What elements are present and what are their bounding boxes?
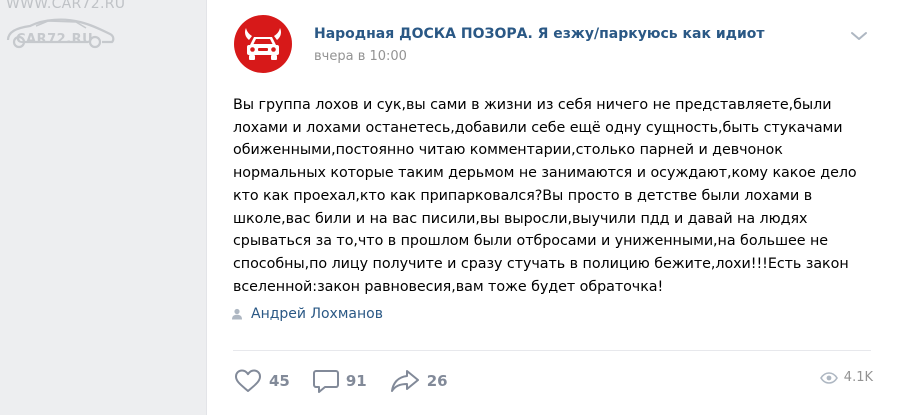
group-name-link[interactable]: Народная ДОСКА ПОЗОРА. Я езжу/паркуюсь к…	[314, 26, 765, 42]
share-count: 26	[426, 372, 448, 390]
like-button[interactable]: 45	[233, 368, 290, 394]
post-menu-button[interactable]	[849, 28, 869, 44]
views-counter: 4.1K	[819, 370, 873, 385]
share-button[interactable]: 26	[389, 368, 448, 394]
watermark: WWW.CAR72.RU CAR72.RU	[2, 0, 162, 56]
divider	[233, 350, 871, 351]
post-text: Вы группа лохов и сук,вы сами в жизни из…	[233, 97, 857, 295]
post-signer[interactable]: Андрей Лохманов	[231, 306, 383, 322]
group-avatar[interactable]	[234, 15, 292, 73]
post-time[interactable]: вчера в 10:00	[314, 49, 407, 64]
signer-name[interactable]: Андрей Лохманов	[251, 306, 383, 322]
comment-count: 91	[345, 372, 367, 390]
views-count: 4.1K	[843, 370, 873, 385]
post-actions: 45 91 26	[233, 368, 470, 394]
car-logo-icon	[245, 28, 281, 60]
like-count: 45	[269, 372, 290, 390]
post-card: Народная ДОСКА ПОЗОРА. Я езжу/паркуюсь к…	[206, 0, 897, 415]
user-icon	[232, 308, 242, 320]
chevron-down-icon	[851, 32, 867, 40]
heart-icon	[235, 369, 261, 392]
comment-icon	[312, 370, 339, 393]
share-icon	[390, 370, 419, 392]
watermark-text-secondary: CAR72.RU	[16, 32, 94, 47]
eye-icon	[819, 371, 838, 384]
comment-button[interactable]: 91	[312, 368, 367, 394]
